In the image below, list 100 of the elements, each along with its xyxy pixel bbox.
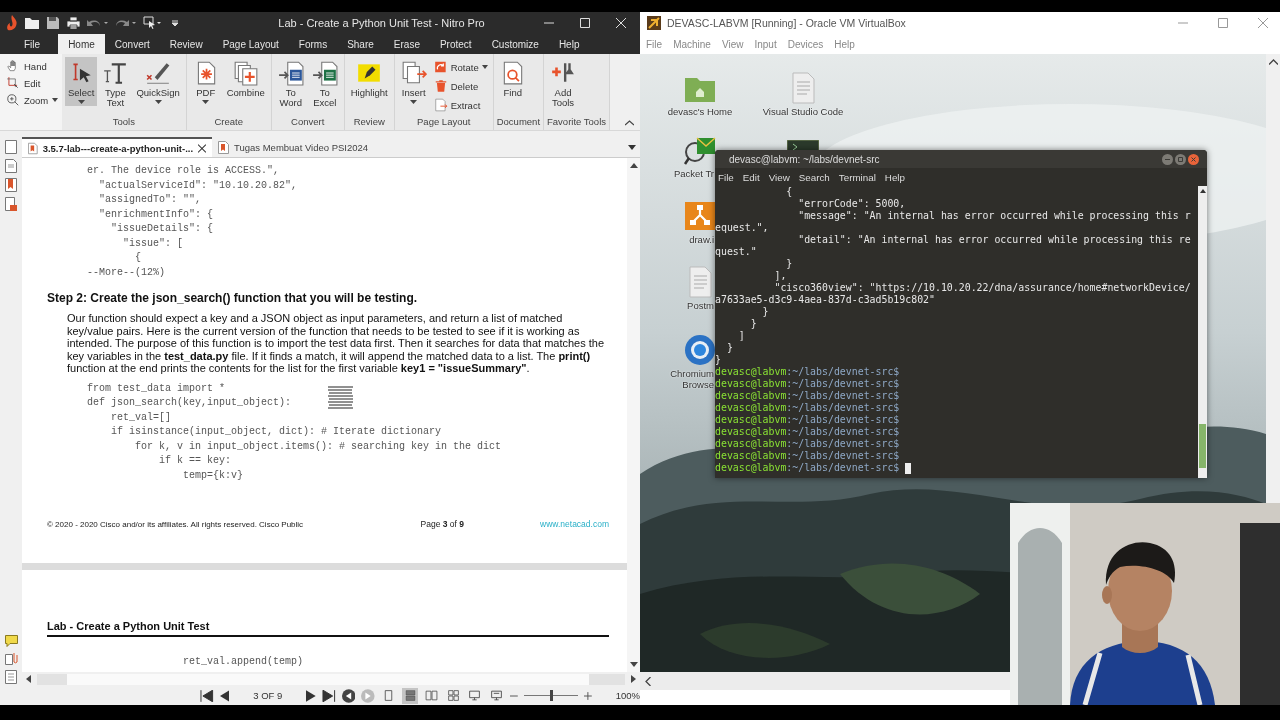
crop-icon	[6, 76, 20, 90]
menu-tab[interactable]: Share	[337, 34, 384, 54]
tool-button[interactable]: Zoom	[6, 93, 59, 107]
code-line: ret_val=[]	[110, 410, 171, 425]
code-line: "enrichmentInfo": {	[98, 207, 214, 222]
code-line: temp={k:v}	[182, 468, 244, 483]
print-icon[interactable]	[66, 16, 81, 30]
continuous-page-icon	[403, 689, 417, 702]
scroll-left-icon[interactable]	[645, 676, 651, 686]
type-text-icon	[102, 60, 129, 86]
menu-item[interactable]: Help	[834, 38, 855, 50]
undo-icon[interactable]	[87, 17, 109, 29]
menu-tab[interactable]: Page Layout	[212, 34, 289, 54]
group-label: Convert	[290, 116, 326, 129]
tool-button[interactable]: Select	[65, 57, 98, 106]
menu-tab[interactable]: Convert	[104, 34, 160, 54]
tool-button[interactable]: To Word	[274, 57, 307, 110]
scroll-up-icon[interactable]	[1268, 59, 1278, 65]
code-line: if k == key:	[158, 454, 232, 468]
scribble-icon	[327, 384, 354, 411]
tool-button[interactable]: Extract	[431, 97, 490, 113]
scrollbar[interactable]	[627, 158, 640, 672]
tool-button[interactable]: Add Tools	[547, 57, 580, 110]
menu-tab[interactable]: Review	[159, 34, 213, 54]
menu-item[interactable]: Machine	[673, 38, 711, 50]
slider-thumb[interactable]	[549, 690, 553, 701]
pen-icon	[145, 60, 172, 86]
scroll-down-icon[interactable]	[629, 662, 638, 667]
paragraph: Our function should expect a key and a JSON object as input parameters, and return a list of matched key/value pairs. Here is the current version of the function that needs to be tested to see if it is working as intended. The purpose of this function is to import the test data first. Then it searches for data that matches the key variables in the test_data.py file. If it finds a match, it will append the matched data to a list. The print() function at the end prints the contents for the list for the first variable key1 = "issueSummary".	[67, 312, 606, 375]
menu-tab[interactable]: Home	[58, 34, 105, 54]
tool-button[interactable]: Find	[496, 57, 529, 100]
menu-item[interactable]: Input	[754, 38, 777, 50]
menu-item[interactable]: File	[646, 38, 663, 50]
folder-icon[interactable]	[24, 16, 40, 30]
page-icon[interactable]	[5, 140, 17, 154]
window-title: DEVASC-LABVM [Running] - Oracle VM VirtualBox	[667, 17, 907, 29]
zoom-in-icon[interactable]	[583, 691, 592, 700]
customize-icon[interactable]	[171, 18, 179, 28]
view-mode-button[interactable]	[402, 687, 418, 704]
presentation-icon	[489, 689, 503, 702]
group-label: Page Layout	[416, 116, 472, 129]
word-document-icon	[277, 60, 304, 86]
bookmark-icon[interactable]	[5, 178, 17, 192]
pdf-file-icon	[28, 141, 38, 155]
zoom-level: 100%	[615, 690, 640, 701]
menu-tab[interactable]: Forms	[288, 34, 338, 54]
scroll-left-icon[interactable]	[26, 675, 31, 683]
tool-button[interactable]: Delete	[431, 78, 490, 94]
lock-icon[interactable]	[5, 197, 17, 211]
caret-icon[interactable]	[628, 145, 636, 150]
app-logo-icon	[647, 16, 661, 30]
code-line: {	[134, 251, 141, 265]
save-icon[interactable]	[46, 16, 60, 30]
attachment-icon[interactable]	[4, 652, 18, 665]
collapse-icon[interactable]	[625, 120, 634, 126]
document-icon	[433, 98, 448, 112]
code-line: "actualServiceId": "10.10.20.82",	[98, 178, 298, 193]
next-page-icon[interactable]	[306, 689, 317, 702]
previous-page-icon[interactable]	[219, 689, 230, 702]
code-line: def json_search(key,input_object):	[87, 396, 292, 410]
menu-tab[interactable]: File	[0, 34, 59, 54]
page-indicator[interactable]: 3 OF 9	[253, 690, 283, 701]
menu-tab[interactable]: Erase	[383, 34, 430, 54]
document-tab[interactable]: Tugas Membuat Video PSI2024	[212, 137, 375, 157]
page-icon[interactable]	[5, 670, 17, 684]
tool-button[interactable]: Highlight	[347, 57, 391, 100]
pdf-file-icon	[218, 140, 229, 154]
menu-tab[interactable]: Help	[548, 34, 590, 54]
scroll-right-icon[interactable]	[631, 675, 636, 683]
tool-button[interactable]: Type Text	[99, 57, 132, 110]
document-tab[interactable]: 3.5.7-lab---create-a-python-unit-...	[22, 137, 212, 157]
code-line: from test_data import *	[87, 381, 226, 396]
rotate-icon	[433, 60, 448, 74]
tool-button[interactable]: To Excel	[308, 57, 341, 110]
tool-button[interactable]: Combine	[223, 57, 268, 100]
section-heading: Step 2: Create the json_search() function that you will be testing.	[47, 291, 419, 305]
tool-button[interactable]: Insert	[397, 57, 430, 106]
tool-button[interactable]: Hand	[6, 59, 47, 73]
code-line: "issueDetails": {	[110, 222, 214, 236]
tool-button[interactable]: Edit	[6, 76, 41, 90]
close-icon[interactable]	[198, 143, 206, 153]
group-label: Create	[213, 116, 244, 129]
tool-button[interactable]: QuickSign	[133, 57, 183, 106]
last-page-icon[interactable]	[322, 689, 336, 702]
view-mode-button[interactable]	[445, 687, 461, 704]
scroll-up-icon[interactable]	[629, 163, 638, 168]
menu-tab[interactable]: Protect	[429, 34, 482, 54]
back-icon[interactable]	[341, 688, 356, 703]
menu-item[interactable]: Devices	[787, 38, 824, 50]
monitor-icon	[468, 689, 482, 702]
trash-icon	[433, 79, 448, 93]
tool-button[interactable]: Rotate	[431, 59, 490, 75]
menu-tab[interactable]: Customize	[481, 34, 549, 54]
menu-item[interactable]: View	[721, 38, 744, 50]
tool-button[interactable]: PDF	[189, 57, 222, 106]
two-page-icon	[425, 689, 439, 702]
first-page-icon[interactable]	[200, 689, 214, 702]
comment-icon[interactable]	[4, 635, 18, 647]
page-icon[interactable]	[5, 159, 17, 173]
zoom-icon	[6, 93, 20, 107]
